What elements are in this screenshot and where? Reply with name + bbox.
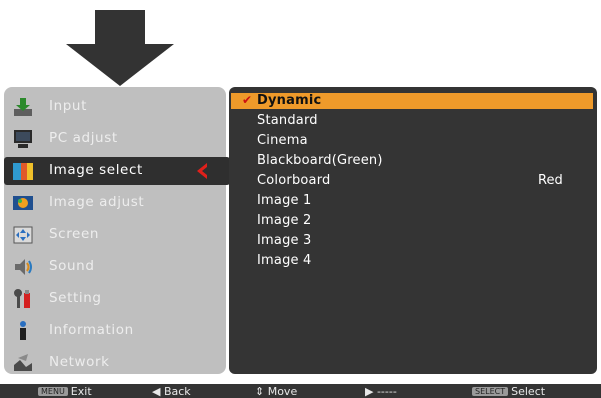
exit-hint: MENU Exit xyxy=(38,385,92,398)
move-hint: ⇕ Move xyxy=(255,385,298,398)
main-menu: Input PC adjust Image select Image adjus… xyxy=(4,87,230,377)
menu-item-information[interactable]: Information xyxy=(4,317,226,345)
select-key-icon: SELECT xyxy=(472,387,509,396)
menu-item-pc-adjust[interactable]: PC adjust xyxy=(4,125,226,153)
option-image-3[interactable]: Image 3 xyxy=(231,233,593,249)
menu-item-network[interactable]: Network xyxy=(4,349,226,377)
help-bar: MENU Exit ◀ Back ⇕ Move ▶ ----- SELECT Sel… xyxy=(0,384,601,398)
image-mode-options: ✔ Dynamic Standard Cinema Blackboard(Gre… xyxy=(229,87,597,374)
option-image-1[interactable]: Image 1 xyxy=(231,193,593,209)
option-cinema[interactable]: Cinema xyxy=(231,133,593,149)
information-icon xyxy=(20,321,26,340)
image-adjust-icon xyxy=(13,196,33,210)
pc-adjust-icon xyxy=(14,130,32,148)
option-image-4[interactable]: Image 4 xyxy=(231,253,593,269)
option-colorboard[interactable]: Colorboard Red xyxy=(231,173,593,189)
option-image-2[interactable]: Image 2 xyxy=(231,213,593,229)
chevron-left-icon xyxy=(197,163,207,179)
menu-item-screen[interactable]: Screen xyxy=(4,221,226,249)
menu-item-setting[interactable]: Setting xyxy=(4,285,226,313)
image-select-icon xyxy=(13,163,33,180)
setting-icon xyxy=(14,289,30,308)
menu-key-icon: MENU xyxy=(38,387,68,396)
back-hint: ◀ Back xyxy=(152,385,191,398)
network-icon xyxy=(14,354,32,371)
menu-item-sound[interactable]: Sound xyxy=(4,253,226,281)
select-hint: SELECT Select xyxy=(472,385,545,398)
option-dynamic[interactable]: ✔ Dynamic xyxy=(231,93,593,109)
sound-icon xyxy=(15,259,32,275)
screen-icon xyxy=(13,226,33,244)
menu-item-input[interactable]: Input xyxy=(4,93,226,121)
option-blackboard-green[interactable]: Blackboard(Green) xyxy=(231,153,593,169)
option-standard[interactable]: Standard xyxy=(231,113,593,129)
input-icon xyxy=(14,98,32,116)
menu-item-image-select[interactable]: Image select xyxy=(4,157,230,185)
menu-item-image-adjust[interactable]: Image adjust xyxy=(4,189,226,217)
next-hint: ▶ ----- xyxy=(365,385,397,398)
colorboard-value: Red xyxy=(538,173,563,188)
checkmark-icon: ✔ xyxy=(242,93,253,107)
down-arrow-icon xyxy=(66,10,174,86)
